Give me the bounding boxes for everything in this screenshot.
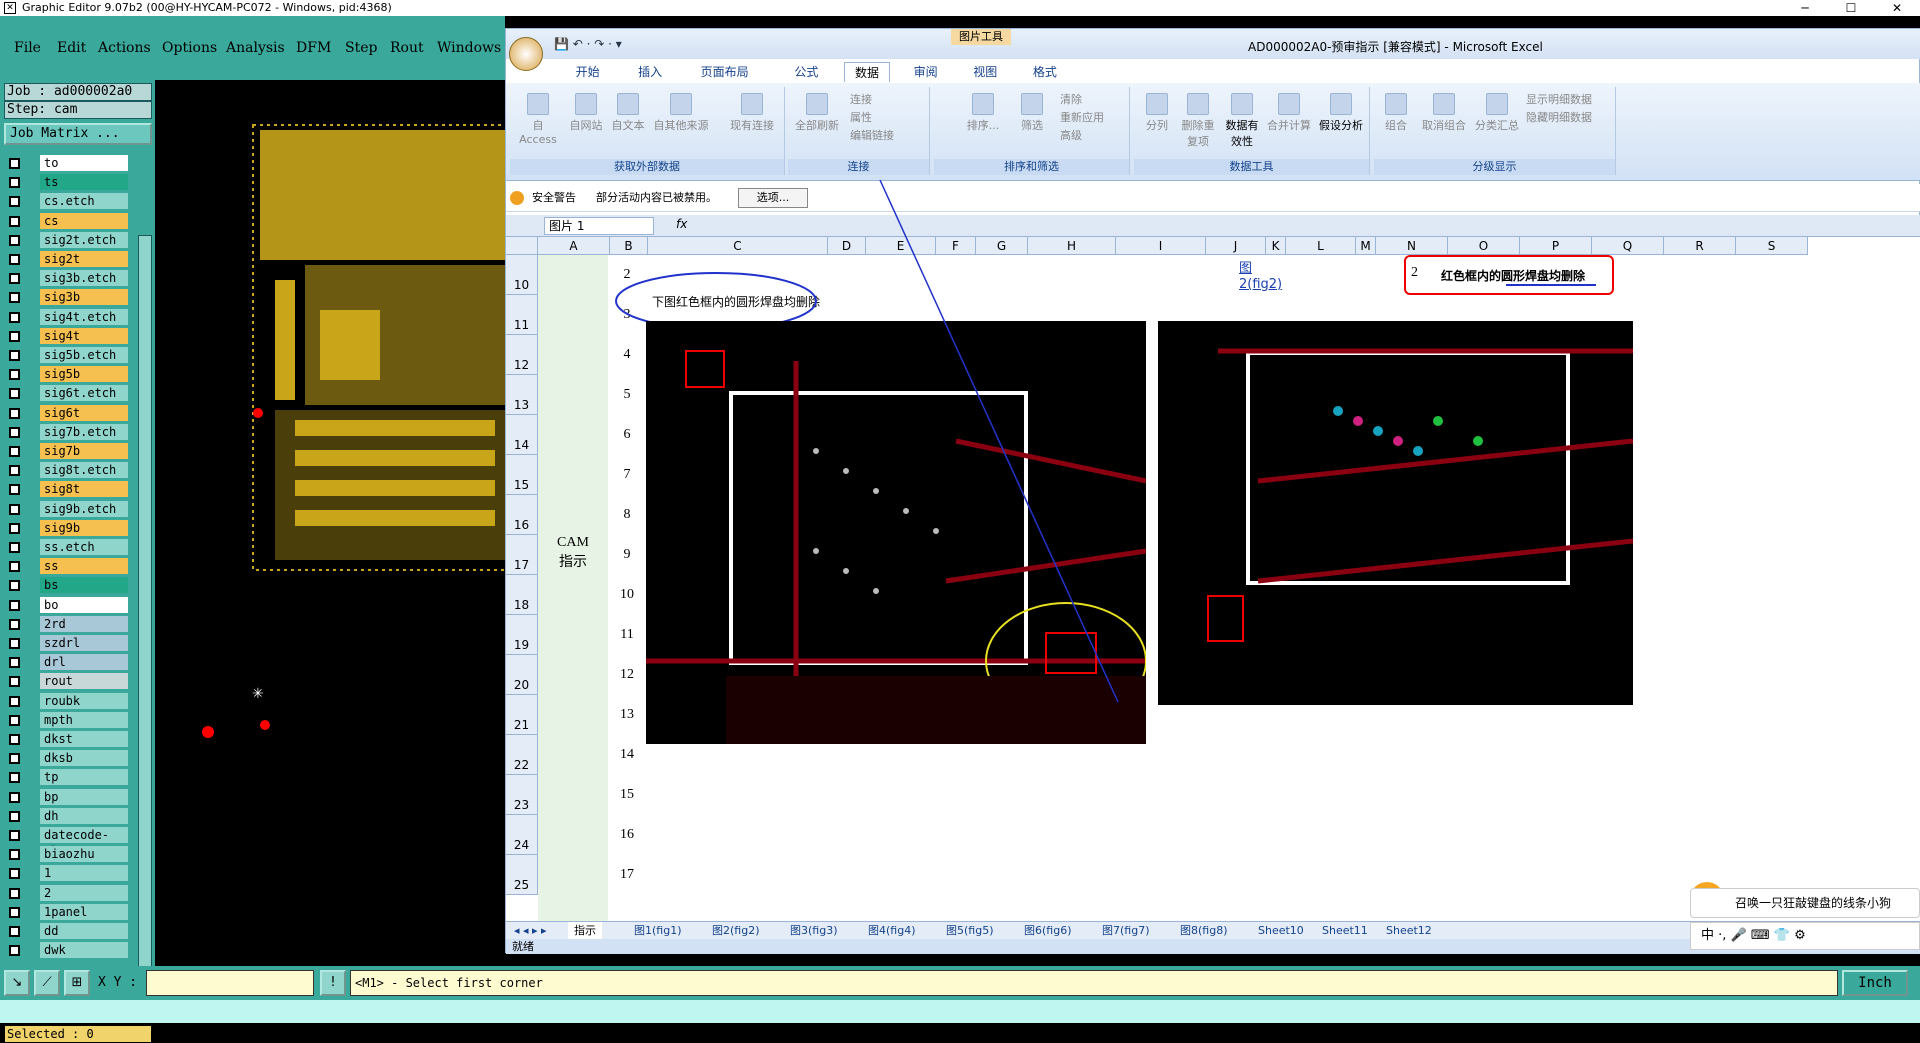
unit-button[interactable]: Inch <box>1842 970 1908 996</box>
bottom-toolbar: ↘ ⟋ ⊞ X Y : ! <M1> - Select first corner… <box>0 966 1920 1000</box>
prompt-line: <M1> - Select first corner <box>350 970 1838 996</box>
xy-input[interactable] <box>146 970 314 996</box>
grid-tool-icon[interactable]: ⊞ <box>64 970 90 996</box>
ime-toolbar[interactable]: 中 ·, 🎤 ⌨ 👕 ⚙ <box>1690 922 1920 950</box>
ime-popup[interactable]: 召唤一只狂敲键盘的线条小狗 <box>1690 888 1920 918</box>
xy-label: X Y : <box>98 975 138 990</box>
bottom-strip <box>0 1000 1920 1023</box>
overlay-arrow-layer <box>879 179 1119 703</box>
zoom-tool-icon[interactable]: ↘ <box>4 970 30 996</box>
selected-count: Selected : 0 <box>4 1025 152 1043</box>
info-icon[interactable]: ! <box>320 970 346 996</box>
measure-tool-icon[interactable]: ⟋ <box>34 970 60 996</box>
